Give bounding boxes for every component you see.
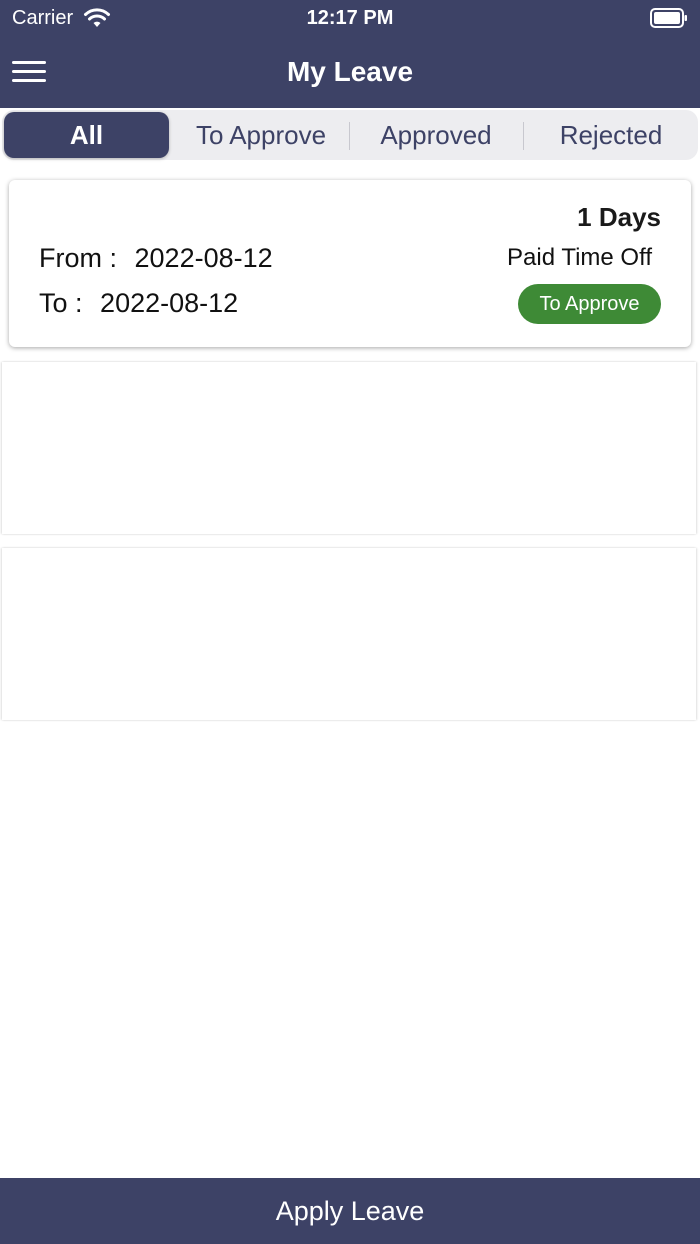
apply-leave-button[interactable]: Apply Leave: [0, 1178, 700, 1244]
status-badge: To Approve: [518, 284, 661, 324]
leave-card[interactable]: 1 Days From : 2022-08-12 To : 2022-08-12…: [9, 180, 691, 347]
tab-to-approve[interactable]: To Approve: [174, 110, 348, 160]
from-row: From : 2022-08-12: [39, 243, 273, 274]
to-label: To :: [39, 288, 83, 318]
from-date: 2022-08-12: [134, 243, 273, 273]
empty-card: [2, 548, 696, 720]
leave-type: Paid Time Off: [507, 244, 652, 271]
tab-rejected[interactable]: Rejected: [524, 110, 698, 160]
page-title: My Leave: [286, 56, 414, 87]
from-label: From :: [39, 243, 117, 273]
tab-approved[interactable]: Approved: [350, 110, 522, 160]
to-row: To : 2022-08-12: [39, 288, 238, 319]
top-bar: Carrier 12:17 PM My Leave: [0, 0, 700, 108]
leave-days: 1 Days: [577, 202, 661, 232]
leave-filter-tabs: All To Approve Approved Rejected: [2, 110, 698, 160]
empty-card: [2, 362, 696, 534]
status-time: 12:17 PM: [306, 7, 394, 29]
tab-all[interactable]: All: [4, 112, 169, 158]
battery-icon: [650, 8, 687, 28]
to-date: 2022-08-12: [100, 288, 239, 318]
